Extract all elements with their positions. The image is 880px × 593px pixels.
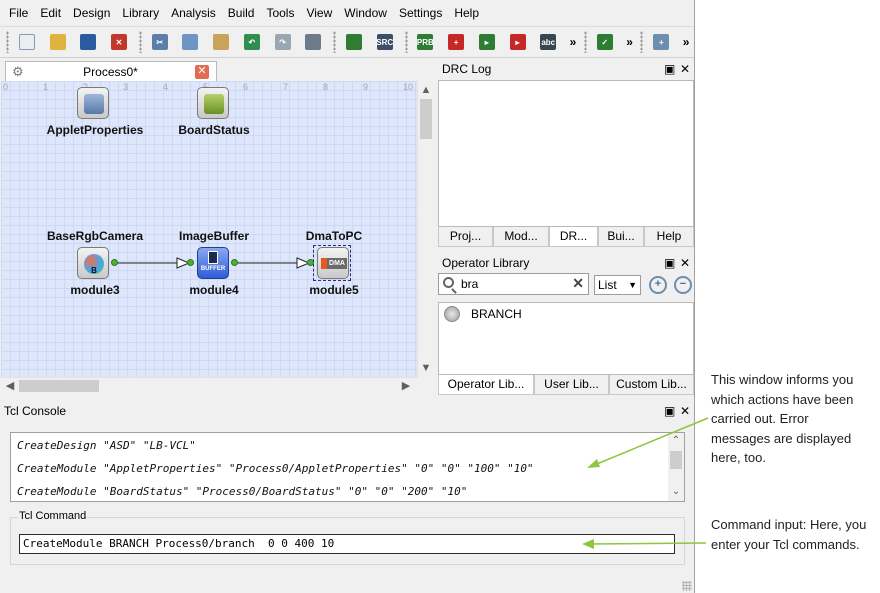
annotation-arrows: [582, 417, 709, 549]
command-annotation: Command input: Here, you enter your Tcl …: [711, 517, 867, 552]
arrow-head-icon: [582, 539, 594, 549]
annotation-arrow-command: [587, 542, 707, 545]
arrow-head-icon: [587, 459, 600, 468]
console-annotation: This window informs you which actions ha…: [711, 372, 854, 465]
annotation-arrow-console: [591, 417, 709, 467]
